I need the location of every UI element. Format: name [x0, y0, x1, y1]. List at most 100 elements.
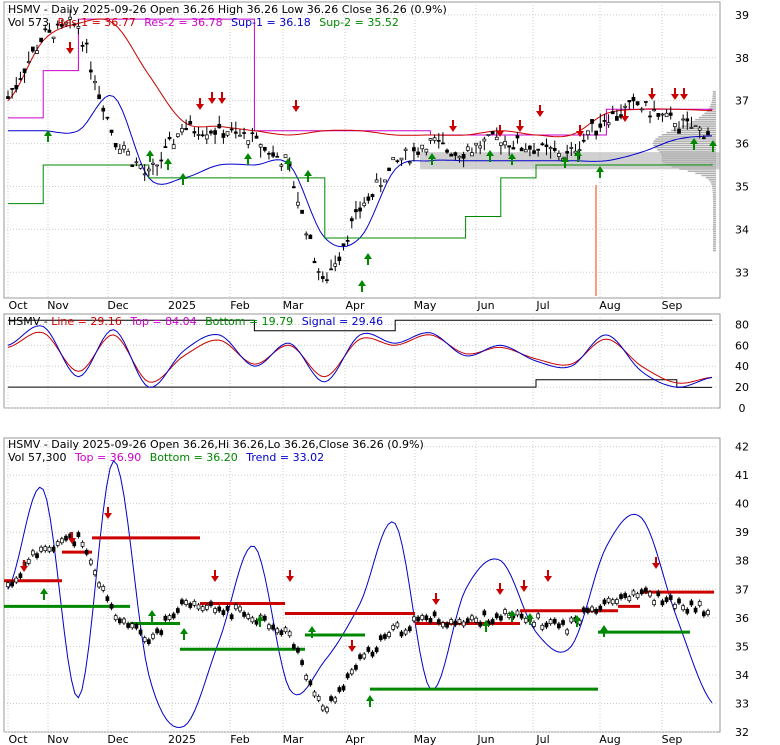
candle-body	[461, 621, 466, 627]
y-tick-label: 33	[735, 266, 749, 279]
candle-body	[26, 559, 31, 564]
candle-body	[349, 669, 354, 675]
candle-body	[287, 631, 292, 637]
candle-body	[188, 121, 193, 125]
candle-body	[213, 608, 217, 613]
candle-body	[494, 613, 499, 619]
candle-body	[387, 167, 391, 172]
candle-body	[180, 128, 184, 133]
volume-profile-bar	[710, 103, 716, 106]
candle-body	[499, 615, 503, 621]
y-tick-label: 37	[735, 95, 749, 108]
candle-body	[552, 618, 557, 624]
candle-body	[395, 160, 400, 163]
candle-body	[196, 604, 201, 610]
x-label-sep: Sep	[662, 733, 683, 745]
candle-body	[325, 707, 329, 713]
volume-profile-bar	[712, 204, 716, 207]
candle-body	[424, 148, 429, 153]
line-label: Line = 29.16	[51, 315, 122, 328]
volume-profile-bar	[712, 206, 716, 209]
candle-body	[138, 164, 143, 169]
candle-body	[233, 604, 238, 610]
candle-body	[673, 604, 677, 609]
candle-body	[155, 164, 159, 167]
y-tick-label: 35	[735, 640, 749, 653]
volume-profile-bar	[712, 93, 716, 95]
candle-body	[250, 132, 255, 135]
x-label-nov: Nov	[47, 733, 69, 745]
candle-body	[565, 151, 570, 154]
price-panel-title: HSMV - Daily 2025-09-26 Open 36.26 High …	[8, 3, 447, 16]
bottom-label-2: Bottom = 36.20	[150, 451, 238, 464]
candle-body	[88, 559, 93, 565]
x-label-dec: Dec	[107, 299, 128, 312]
candle-body	[204, 134, 209, 140]
candle-body	[432, 137, 437, 141]
candle-body	[138, 629, 143, 635]
y-tick-label: 40	[735, 360, 749, 373]
candle-body	[697, 601, 702, 606]
candle-body	[586, 130, 590, 136]
y-tick-label: 0	[739, 402, 746, 415]
candle-body	[445, 622, 449, 628]
candle-body	[358, 207, 362, 212]
candle-body	[644, 587, 648, 593]
candle-body	[470, 152, 474, 157]
volume-profile-bar	[695, 172, 716, 175]
candle-body	[271, 152, 275, 157]
x-label-feb: Feb	[230, 299, 249, 312]
candle-body	[221, 610, 226, 615]
trend-x-labels: Oct Nov Dec 2025 Feb Mar Apr May Jun Jul Aug Sep	[8, 733, 682, 745]
candle-body	[689, 600, 694, 606]
candle-body	[225, 131, 230, 136]
candle-body	[470, 615, 474, 621]
candle-body	[101, 586, 106, 591]
candle-body	[383, 634, 387, 639]
candle-body	[105, 116, 110, 119]
candle-body	[300, 660, 304, 665]
candle-body	[482, 138, 487, 142]
volume-profile-bar	[713, 247, 716, 250]
candle-body	[424, 615, 429, 621]
candle-body	[213, 130, 217, 135]
candle-body	[697, 127, 702, 131]
price-y-ticks: 39 38 37 36 35 34 33	[735, 9, 749, 279]
candle-body	[271, 624, 275, 630]
candle-body	[304, 675, 309, 680]
top-label: Top = 84.04	[129, 315, 196, 328]
candle-body	[416, 151, 420, 155]
candle-body	[391, 625, 396, 630]
candle-body	[407, 161, 412, 164]
candle-body	[51, 546, 56, 552]
candle-body	[436, 140, 441, 142]
candle-body	[420, 144, 425, 150]
candle-body	[395, 622, 400, 628]
candle-body	[291, 644, 296, 649]
volume-profile-bar	[712, 194, 716, 196]
candle-body	[689, 127, 694, 129]
candle-body	[552, 147, 557, 151]
candle-body	[80, 542, 85, 547]
candle-body	[569, 147, 574, 149]
x-label-2025: 2025	[168, 299, 196, 312]
candle-body	[254, 135, 259, 139]
candle-body	[639, 589, 644, 595]
candle-body	[283, 627, 288, 633]
volume-profile-bar	[713, 245, 716, 248]
oscillator-panel-frame	[3, 313, 721, 409]
candle-body	[631, 590, 636, 596]
candle-body	[474, 142, 478, 146]
candle-body	[635, 593, 640, 599]
signal-label: Signal = 29.46	[302, 315, 384, 328]
candle-body	[262, 615, 267, 621]
candle-body	[652, 109, 657, 112]
volume-profile-bar	[712, 219, 716, 222]
volume-profile-bar	[712, 196, 716, 198]
x-label-jul: Jul	[535, 299, 549, 312]
volume-profile-bar	[712, 224, 716, 226]
sup-2-label: Sup-2 = 35.52	[319, 16, 399, 29]
volume-profile-bar	[712, 189, 716, 192]
candle-body	[370, 651, 375, 657]
candle-body	[283, 154, 288, 158]
